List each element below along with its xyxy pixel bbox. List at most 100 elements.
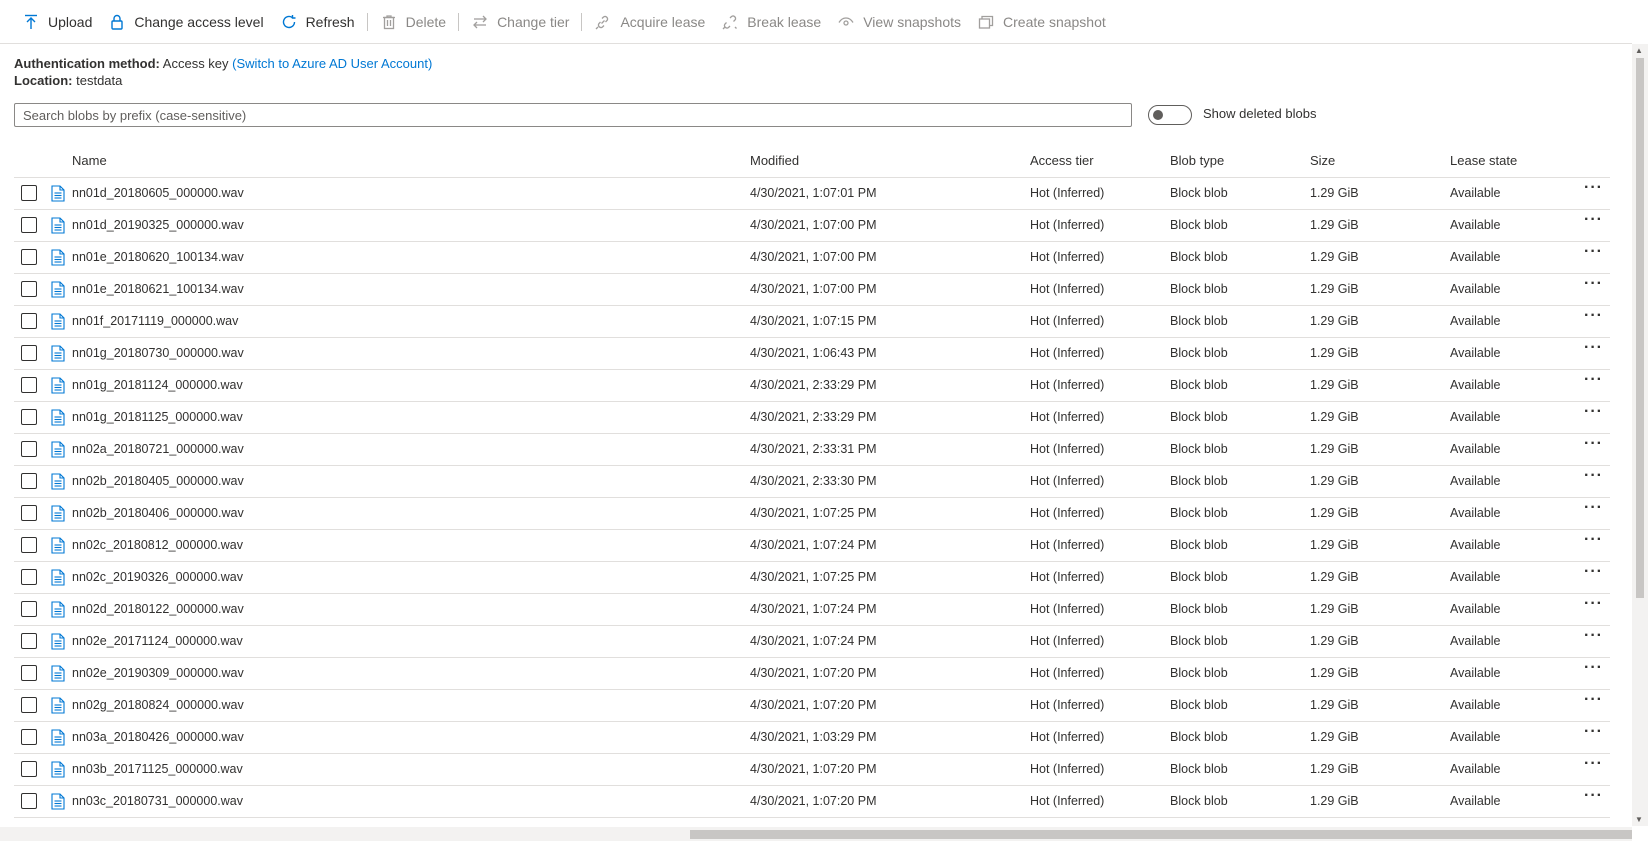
more-actions-icon[interactable]: ··· [1584,403,1603,421]
blob-name[interactable]: nn03c_20180731_000000.wav [72,794,243,808]
more-actions-icon[interactable]: ··· [1584,723,1603,741]
table-row[interactable]: nn01g_20181124_000000.wav 4/30/2021, 2:33… [14,370,1610,402]
refresh-button[interactable]: Refresh [272,7,363,37]
table-row[interactable]: nn01d_20180605_000000.wav 4/30/2021, 1:07… [14,178,1610,210]
column-header-name[interactable]: Name [72,153,107,168]
row-checkbox[interactable] [21,281,37,297]
table-row[interactable]: nn02e_20171124_000000.wav 4/30/2021, 1:07… [14,626,1610,658]
table-row[interactable]: nn01g_20181125_000000.wav 4/30/2021, 2:33… [14,402,1610,434]
scroll-up-arrow-icon[interactable]: ▲ [1635,46,1643,55]
blob-name[interactable]: nn01e_20180620_100134.wav [72,250,244,264]
row-checkbox[interactable] [21,633,37,649]
scroll-down-arrow-icon[interactable]: ▼ [1635,815,1643,824]
blob-name[interactable]: nn02c_20180812_000000.wav [72,538,243,552]
blob-name[interactable]: nn01g_20181125_000000.wav [72,410,243,424]
blob-name[interactable]: nn02b_20180406_000000.wav [72,506,244,520]
blob-name[interactable]: nn01d_20180605_000000.wav [72,186,244,200]
table-row[interactable]: nn01e_20180621_100134.wav 4/30/2021, 1:07… [14,274,1610,306]
row-checkbox[interactable] [21,249,37,265]
table-row[interactable]: nn02e_20190309_000000.wav 4/30/2021, 1:07… [14,658,1610,690]
row-checkbox[interactable] [21,313,37,329]
show-deleted-toggle[interactable] [1148,105,1192,125]
blob-name[interactable]: nn02d_20180122_000000.wav [72,602,244,616]
row-checkbox[interactable] [21,569,37,585]
more-actions-icon[interactable]: ··· [1584,787,1603,805]
more-actions-icon[interactable]: ··· [1584,531,1603,549]
more-actions-icon[interactable]: ··· [1584,499,1603,517]
blob-name[interactable]: nn01g_20181124_000000.wav [72,378,243,392]
acquire-lease-button[interactable]: Acquire lease [586,7,713,37]
row-checkbox[interactable] [21,761,37,777]
more-actions-icon[interactable]: ··· [1584,755,1603,773]
row-checkbox[interactable] [21,441,37,457]
row-checkbox[interactable] [21,697,37,713]
horizontal-scroll-thumb[interactable] [690,830,1632,839]
more-actions-icon[interactable]: ··· [1584,371,1603,389]
column-header-size[interactable]: Size [1310,153,1335,168]
blob-name[interactable]: nn02c_20190326_000000.wav [72,570,243,584]
column-header-blob-type[interactable]: Blob type [1170,153,1224,168]
blob-name[interactable]: nn01d_20190325_000000.wav [72,218,244,232]
blob-name[interactable]: nn02e_20171124_000000.wav [72,634,243,648]
search-input[interactable] [14,103,1132,127]
blob-name[interactable]: nn03b_20171125_000000.wav [72,762,243,776]
table-row[interactable]: nn01d_20190325_000000.wav 4/30/2021, 1:07… [14,210,1610,242]
blob-name[interactable]: nn02e_20190309_000000.wav [72,666,244,680]
column-header-modified[interactable]: Modified [750,153,799,168]
more-actions-icon[interactable]: ··· [1584,659,1603,677]
table-row[interactable]: nn01e_20180620_100134.wav 4/30/2021, 1:07… [14,242,1610,274]
switch-auth-link[interactable]: (Switch to Azure AD User Account) [232,56,432,71]
table-row[interactable]: nn02b_20180406_000000.wav 4/30/2021, 1:07… [14,498,1610,530]
row-checkbox[interactable] [21,473,37,489]
more-actions-icon[interactable]: ··· [1584,307,1603,325]
upload-button[interactable]: Upload [14,7,100,37]
view-snapshots-button[interactable]: View snapshots [829,7,969,37]
blob-name[interactable]: nn02g_20180824_000000.wav [72,698,244,712]
horizontal-scrollbar[interactable] [0,827,1632,841]
row-checkbox[interactable] [21,505,37,521]
blob-name[interactable]: nn01e_20180621_100134.wav [72,282,244,296]
table-row[interactable]: nn02c_20190326_000000.wav 4/30/2021, 1:07… [14,562,1610,594]
row-checkbox[interactable] [21,377,37,393]
create-snapshot-button[interactable]: Create snapshot [969,7,1114,37]
blob-name[interactable]: nn01g_20180730_000000.wav [72,346,244,360]
more-actions-icon[interactable]: ··· [1584,179,1603,197]
row-checkbox[interactable] [21,345,37,361]
blob-name[interactable]: nn01f_20171119_000000.wav [72,314,238,328]
row-checkbox[interactable] [21,665,37,681]
table-row[interactable]: nn03a_20180426_000000.wav 4/30/2021, 1:03… [14,722,1610,754]
more-actions-icon[interactable]: ··· [1584,563,1603,581]
table-row[interactable]: nn03b_20171125_000000.wav 4/30/2021, 1:07… [14,754,1610,786]
more-actions-icon[interactable]: ··· [1584,339,1603,357]
row-checkbox[interactable] [21,729,37,745]
vertical-scroll-thumb[interactable] [1636,58,1644,598]
break-lease-button[interactable]: Break lease [713,7,829,37]
table-row[interactable]: nn02b_20180405_000000.wav 4/30/2021, 2:33… [14,466,1610,498]
table-row[interactable]: nn02c_20180812_000000.wav 4/30/2021, 1:07… [14,530,1610,562]
change-tier-button[interactable]: Change tier [463,7,577,37]
more-actions-icon[interactable]: ··· [1584,691,1603,709]
table-row[interactable]: nn03c_20180731_000000.wav 4/30/2021, 1:07… [14,786,1610,818]
more-actions-icon[interactable]: ··· [1584,627,1603,645]
blob-name[interactable]: nn02b_20180405_000000.wav [72,474,244,488]
column-header-access-tier[interactable]: Access tier [1030,153,1094,168]
table-row[interactable]: nn02a_20180721_000000.wav 4/30/2021, 2:33… [14,434,1610,466]
row-checkbox[interactable] [21,185,37,201]
table-row[interactable]: nn02d_20180122_000000.wav 4/30/2021, 1:07… [14,594,1610,626]
more-actions-icon[interactable]: ··· [1584,211,1603,229]
change-access-level-button[interactable]: Change access level [100,7,271,37]
table-row[interactable]: nn01g_20180730_000000.wav 4/30/2021, 1:06… [14,338,1610,370]
more-actions-icon[interactable]: ··· [1584,275,1603,293]
delete-button[interactable]: Delete [372,7,454,37]
row-checkbox[interactable] [21,537,37,553]
more-actions-icon[interactable]: ··· [1584,243,1603,261]
row-checkbox[interactable] [21,601,37,617]
blob-name[interactable]: nn02a_20180721_000000.wav [72,442,244,456]
vertical-scrollbar[interactable]: ▲ ▼ [1632,44,1648,826]
blob-name[interactable]: nn03a_20180426_000000.wav [72,730,244,744]
table-row[interactable]: nn02g_20180824_000000.wav 4/30/2021, 1:07… [14,690,1610,722]
table-row[interactable]: nn01f_20171119_000000.wav 4/30/2021, 1:07… [14,306,1610,338]
row-checkbox[interactable] [21,409,37,425]
row-checkbox[interactable] [21,793,37,809]
more-actions-icon[interactable]: ··· [1584,595,1603,613]
